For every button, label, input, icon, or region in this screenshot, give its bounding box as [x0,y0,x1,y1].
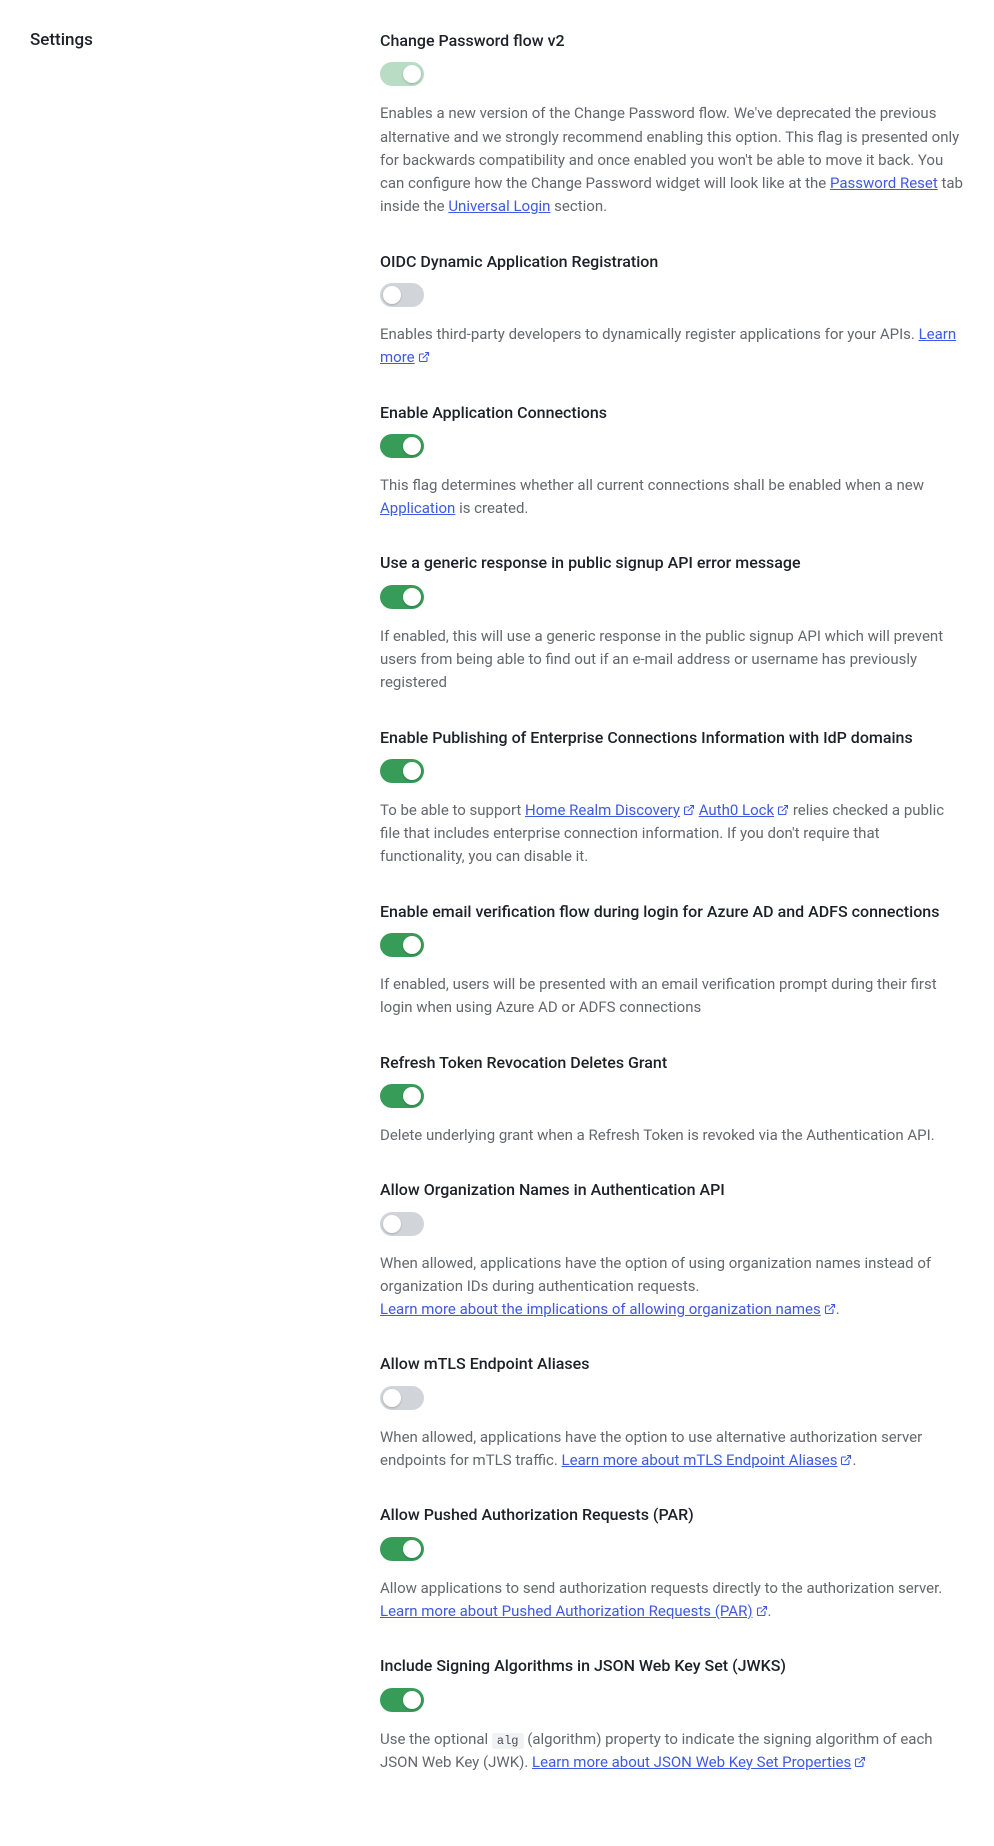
external-link-icon [756,1605,768,1617]
sidebar: Settings [30,30,340,50]
external-link-icon [824,1303,836,1315]
setting-block-refresh-token-revocation-deletes-grant: Refresh Token Revocation Deletes Grant De… [380,1052,964,1148]
desc-link-learn-more-about-the-implications-of-all[interactable]: Learn more about the implications of all… [380,1300,836,1318]
toggle-knob [403,1087,421,1105]
toggle-knob [403,65,421,83]
desc-text: . [852,1451,856,1469]
toggle-knob [403,437,421,455]
desc-link-learn-more-about-mtls-endpoint-aliases[interactable]: Learn more about mTLS Endpoint Aliases [562,1451,853,1469]
desc-text: If enabled, users will be presented with… [380,975,937,1016]
setting-block-use-a-generic-response-in-public-signup-: Use a generic response in public signup … [380,552,964,694]
toggle-allow-organization-names-in-authenticati[interactable] [380,1212,424,1236]
setting-desc: Enables third-party developers to dynami… [380,323,964,370]
toggle-change-password-flow-v2 [380,62,424,86]
setting-title: Allow mTLS Endpoint Aliases [380,1353,964,1375]
desc-text: is created. [455,499,528,517]
setting-title: Use a generic response in public signup … [380,552,964,574]
setting-block-enable-publishing-of-enterprise-connecti: Enable Publishing of Enterprise Connecti… [380,727,964,869]
toggle-use-a-generic-response-in-public-signup-[interactable] [380,585,424,609]
setting-desc: Use the optional alg (algorithm) propert… [380,1728,964,1775]
setting-title: Allow Organization Names in Authenticati… [380,1179,964,1201]
toggle-knob [383,1215,401,1233]
desc-text: section. [550,197,607,215]
desc-text: . [768,1602,772,1620]
setting-block-enable-application-connections: Enable Application Connections This flag … [380,402,964,521]
setting-title: Enable Application Connections [380,402,964,424]
desc-link-learn-more-about-json-web-key-set-proper[interactable]: Learn more about JSON Web Key Set Proper… [532,1753,866,1771]
setting-block-oidc-dynamic-application-registration: OIDC Dynamic Application Registration Ena… [380,251,964,370]
setting-title: Allow Pushed Authorization Requests (PAR… [380,1504,964,1526]
setting-desc: If enabled, users will be presented with… [380,973,964,1020]
setting-block-allow-mtls-endpoint-aliases: Allow mTLS Endpoint Aliases When allowed,… [380,1353,964,1472]
toggle-knob [383,1389,401,1407]
toggle-refresh-token-revocation-deletes-grant[interactable] [380,1084,424,1108]
toggle-include-signing-algorithms-in-json-web-k[interactable] [380,1688,424,1712]
external-link-icon [840,1454,852,1466]
toggle-knob [403,936,421,954]
setting-desc: If enabled, this will use a generic resp… [380,625,964,695]
toggle-allow-mtls-endpoint-aliases[interactable] [380,1386,424,1410]
toggle-enable-application-connections[interactable] [380,434,424,458]
setting-title: Refresh Token Revocation Deletes Grant [380,1052,964,1074]
setting-block-change-password-flow-v2: Change Password flow v2 Enables a new ver… [380,30,964,219]
desc-link-auth0-lock[interactable]: Auth0 Lock [699,801,789,819]
desc-code: alg [492,1733,524,1749]
desc-text: To be able to support [380,801,525,819]
setting-block-include-signing-algorithms-in-json-web-k: Include Signing Algorithms in JSON Web K… [380,1655,964,1774]
desc-link-universal-login[interactable]: Universal Login [448,197,550,215]
desc-text: . [836,1300,840,1318]
toggle-enable-email-verification-flow-during-lo[interactable] [380,933,424,957]
desc-text: When allowed, applications have the opti… [380,1254,931,1295]
setting-desc: To be able to support Home Realm Discove… [380,799,964,869]
setting-title: Include Signing Algorithms in JSON Web K… [380,1655,964,1677]
desc-link-learn-more-about-pushed-authorization-re[interactable]: Learn more about Pushed Authorization Re… [380,1602,768,1620]
desc-text: Use the optional [380,1730,492,1748]
setting-block-allow-pushed-authorization-requests-par: Allow Pushed Authorization Requests (PAR… [380,1504,964,1623]
settings-layout: Settings Change Password flow v2 Enables … [0,0,994,1846]
desc-text: If enabled, this will use a generic resp… [380,627,943,692]
setting-title: Enable Publishing of Enterprise Connecti… [380,727,964,749]
desc-link-application[interactable]: Application [380,499,455,517]
desc-text: This flag determines whether all current… [380,476,924,494]
setting-desc: When allowed, applications have the opti… [380,1252,964,1322]
toggle-allow-pushed-authorization-requests-par[interactable] [380,1537,424,1561]
desc-link-password-reset[interactable]: Password Reset [830,174,938,192]
setting-desc: Delete underlying grant when a Refresh T… [380,1124,964,1147]
setting-block-enable-email-verification-flow-during-lo: Enable email verification flow during lo… [380,901,964,1020]
setting-desc: When allowed, applications have the opti… [380,1426,964,1473]
toggle-oidc-dynamic-application-registration[interactable] [380,283,424,307]
toggle-knob [403,588,421,606]
setting-title: Change Password flow v2 [380,30,964,52]
setting-desc: This flag determines whether all current… [380,474,964,521]
toggle-knob [403,1691,421,1709]
setting-block-allow-organization-names-in-authenticati: Allow Organization Names in Authenticati… [380,1179,964,1321]
toggle-knob [383,286,401,304]
toggle-enable-publishing-of-enterprise-connecti[interactable] [380,759,424,783]
external-link-icon [683,804,695,816]
setting-title: OIDC Dynamic Application Registration [380,251,964,273]
external-link-icon [777,804,789,816]
desc-text: Delete underlying grant when a Refresh T… [380,1126,935,1144]
settings-main: Change Password flow v2 Enables a new ver… [380,30,964,1806]
desc-text: Allow applications to send authorization… [380,1579,942,1597]
setting-desc: Enables a new version of the Change Pass… [380,102,964,218]
desc-link-home-realm-discovery[interactable]: Home Realm Discovery [525,801,695,819]
setting-desc: Allow applications to send authorization… [380,1577,964,1624]
setting-title: Enable email verification flow during lo… [380,901,964,923]
external-link-icon [418,351,430,363]
sidebar-title: Settings [30,30,340,50]
toggle-knob [403,762,421,780]
toggle-knob [403,1540,421,1558]
desc-text: Enables third-party developers to dynami… [380,325,919,343]
external-link-icon [854,1756,866,1768]
